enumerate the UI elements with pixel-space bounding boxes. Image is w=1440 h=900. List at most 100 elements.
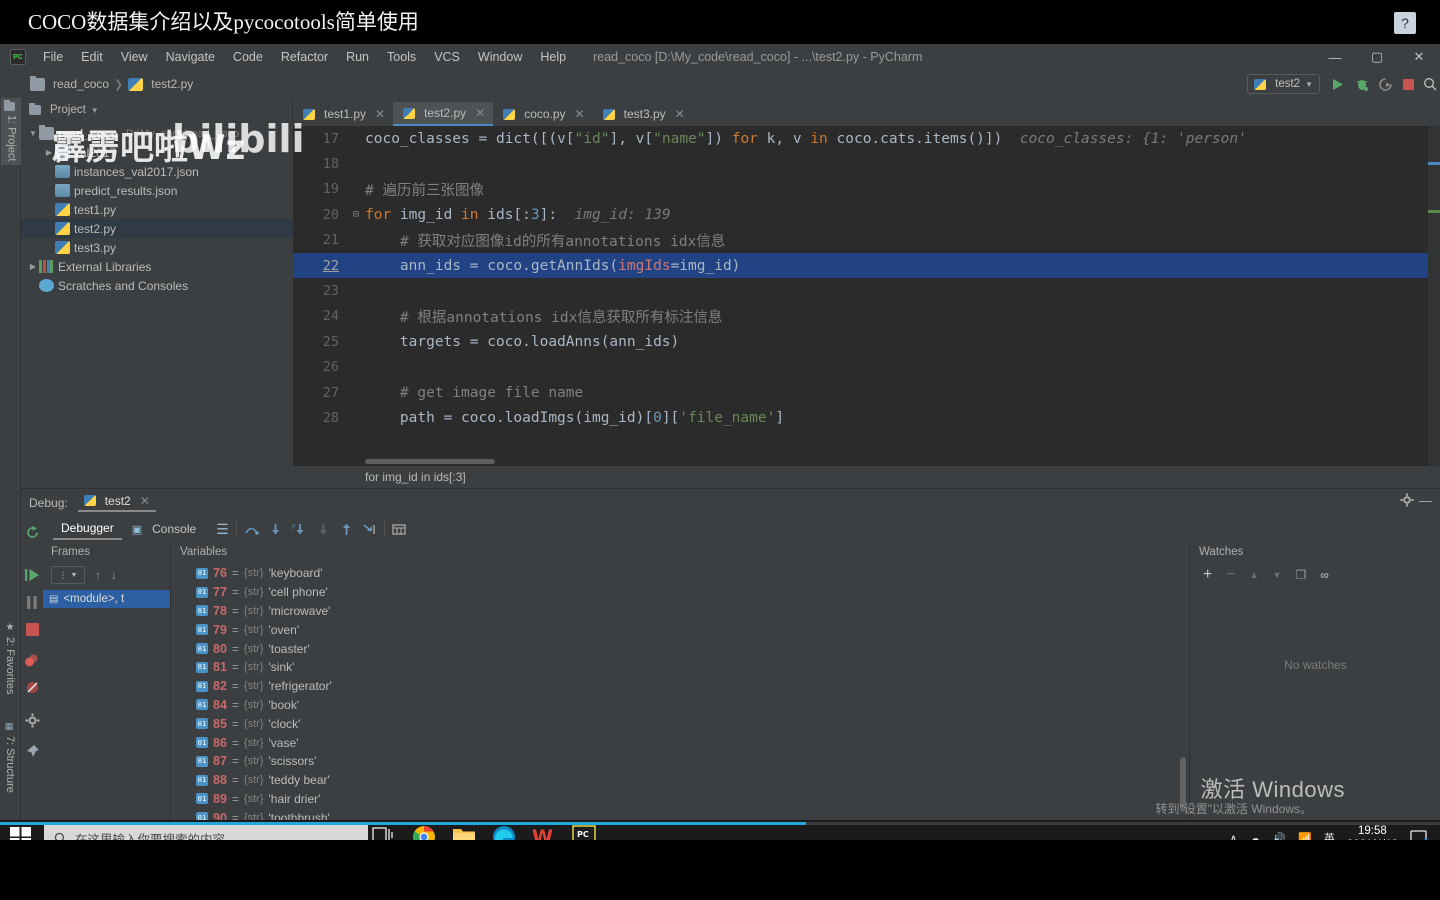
- variable-row[interactable]: 01 89 = {str} 'hair drier': [172, 790, 1189, 809]
- menu-code[interactable]: Code: [224, 50, 272, 64]
- variable-row[interactable]: 01 87 = {str} 'scissors': [172, 752, 1189, 771]
- variable-row[interactable]: 01 80 = {str} 'toaster': [172, 639, 1189, 658]
- project-tree-item[interactable]: ▶ External Libraries: [21, 257, 293, 276]
- rerun-icon[interactable]: [24, 524, 40, 540]
- debug-settings-gear-icon[interactable]: [24, 712, 40, 728]
- editor-tab[interactable]: test3.py ✕: [593, 102, 693, 126]
- editor-tab[interactable]: test1.py ✕: [293, 102, 393, 126]
- close-icon[interactable]: ✕: [575, 107, 585, 121]
- menu-run[interactable]: Run: [337, 50, 378, 64]
- project-tree-item[interactable]: Scratches and Consoles: [21, 276, 293, 295]
- step-into-icon[interactable]: [269, 523, 282, 536]
- code-line[interactable]: 19 # 遍历前三张图像: [293, 177, 1440, 202]
- code-line[interactable]: 24 # 根据annotations idx信息获取所有标注信息: [293, 304, 1440, 329]
- close-icon[interactable]: ✕: [675, 107, 685, 121]
- tab-console[interactable]: Console: [144, 519, 204, 539]
- breadcrumb-read-coco[interactable]: read_coco: [30, 75, 109, 91]
- menu-file[interactable]: File: [34, 50, 72, 64]
- variable-row[interactable]: 01 78 = {str} 'microwave': [172, 602, 1189, 621]
- video-progress-track[interactable]: [0, 822, 1440, 825]
- code-line[interactable]: 21 # 获取对应图像id的所有annotations idx信息: [293, 228, 1440, 253]
- pin-tab-icon[interactable]: [24, 743, 40, 759]
- tab-debugger[interactable]: Debugger: [53, 518, 122, 540]
- search-everywhere-icon[interactable]: [1420, 74, 1440, 94]
- collapse-arrow-icon[interactable]: ▶: [43, 148, 55, 157]
- variable-row[interactable]: 01 76 = {str} 'keyboard': [172, 564, 1189, 583]
- variable-row[interactable]: 01 79 = {str} 'oven': [172, 620, 1189, 639]
- run-configuration-selector[interactable]: test2 ▼: [1247, 74, 1320, 94]
- close-button[interactable]: ✕: [1398, 44, 1440, 70]
- stop-program-icon[interactable]: [24, 621, 40, 637]
- editor-tab[interactable]: test2.py ✕: [393, 102, 494, 126]
- code-line[interactable]: 20 ⊟ for img_id in ids[:3]: img_id: 139: [293, 202, 1440, 227]
- sidebar-tab-project[interactable]: 1: Project: [1, 98, 22, 166]
- close-icon[interactable]: ✕: [140, 494, 150, 508]
- stop-button[interactable]: [1398, 74, 1418, 94]
- copy-watch-icon[interactable]: ❐: [1296, 568, 1307, 582]
- project-tree-item[interactable]: ▼ read_coco D:\My_code\read_coco: [21, 124, 293, 143]
- code-line[interactable]: 25 targets = coco.loadAnns(ann_ids): [293, 329, 1440, 354]
- menu-navigate[interactable]: Navigate: [157, 50, 224, 64]
- menu-vcs[interactable]: VCS: [425, 50, 469, 64]
- project-tree-item[interactable]: instances_val2017.json: [21, 162, 293, 181]
- project-tree-item[interactable]: test3.py: [21, 238, 293, 257]
- code-fold-icon[interactable]: ⊟: [353, 209, 359, 220]
- variable-row[interactable]: 01 88 = {str} 'teddy bear': [172, 771, 1189, 790]
- variable-row[interactable]: 01 85 = {str} 'clock': [172, 714, 1189, 733]
- maximize-button[interactable]: ▢: [1356, 44, 1398, 70]
- close-icon[interactable]: ✕: [475, 106, 485, 120]
- frame-up-icon[interactable]: ↑: [95, 568, 101, 582]
- debug-session-tab[interactable]: test2 ✕: [77, 494, 156, 512]
- minimize-button[interactable]: —: [1314, 44, 1356, 70]
- variable-row[interactable]: 01 90 = {str} 'toothbrush': [172, 808, 1189, 820]
- variable-row[interactable]: 01 84 = {str} 'book': [172, 696, 1189, 715]
- help-badge[interactable]: ?: [1394, 12, 1416, 34]
- menu-view[interactable]: View: [112, 50, 157, 64]
- run-coverage-button[interactable]: [1375, 74, 1395, 94]
- thread-selector[interactable]: ⋮ ▼: [51, 566, 85, 584]
- code-line[interactable]: 17 coco_classes = dict([(v["id"], v["name…: [293, 126, 1440, 151]
- debug-button[interactable]: [1352, 74, 1372, 94]
- code-line[interactable]: 27 # get image file name: [293, 380, 1440, 405]
- evaluate-expression-icon[interactable]: [392, 523, 406, 536]
- frame-list-item[interactable]: ▤ <module>, t: [43, 590, 170, 608]
- project-tree-item[interactable]: test1.py: [21, 200, 293, 219]
- inspect-watch-icon[interactable]: ∞: [1320, 568, 1329, 582]
- code-line[interactable]: 26: [293, 355, 1440, 380]
- run-button[interactable]: [1328, 74, 1348, 94]
- view-breakpoints-icon[interactable]: [24, 652, 40, 668]
- code-editor[interactable]: 17 coco_classes = dict([(v["id"], v["name…: [293, 126, 1440, 466]
- code-line[interactable]: 23: [293, 278, 1440, 303]
- variables-scrollbar[interactable]: [1180, 757, 1186, 812]
- close-icon[interactable]: ✕: [375, 107, 385, 121]
- menu-edit[interactable]: Edit: [72, 50, 112, 64]
- hide-debug-panel-icon[interactable]: —: [1419, 493, 1432, 508]
- layout-icon[interactable]: ☰: [216, 521, 229, 538]
- resume-program-icon[interactable]: [24, 567, 40, 583]
- variable-row[interactable]: 01 82 = {str} 'refrigerator': [172, 677, 1189, 696]
- expand-arrow-icon[interactable]: ▼: [27, 129, 39, 138]
- menu-refactor[interactable]: Refactor: [272, 50, 337, 64]
- variable-row[interactable]: 01 86 = {str} 'vase': [172, 733, 1189, 752]
- frame-down-icon[interactable]: ↓: [111, 568, 117, 582]
- code-line[interactable]: 22 ann_ids = coco.getAnnIds(imgIds=img_i…: [293, 252, 1440, 279]
- code-line[interactable]: 18: [293, 151, 1440, 176]
- variable-row[interactable]: 01 77 = {str} 'cell phone': [172, 583, 1189, 602]
- sidebar-tab-structure[interactable]: ▦ 7: Structure: [1, 718, 19, 797]
- sidebar-tab-favorites[interactable]: ★ 2: Favorites: [1, 618, 19, 698]
- add-watch-icon[interactable]: +: [1203, 566, 1212, 584]
- editor-tab[interactable]: coco.py ✕: [493, 102, 592, 126]
- step-out-icon[interactable]: [340, 523, 353, 536]
- breadcrumb-test2[interactable]: test2.py: [128, 77, 193, 91]
- force-step-into-icon[interactable]: F: [292, 523, 307, 536]
- pause-program-icon[interactable]: [24, 594, 40, 610]
- mute-breakpoints-icon[interactable]: [24, 679, 40, 695]
- menu-tools[interactable]: Tools: [378, 50, 425, 64]
- code-line[interactable]: 28 path = coco.loadImgs(img_id)[0]['file…: [293, 405, 1440, 430]
- project-tree-item[interactable]: ▶ val2017: [21, 143, 293, 162]
- step-over-icon[interactable]: [244, 523, 259, 536]
- run-to-cursor-icon[interactable]: [363, 523, 377, 536]
- project-tree-item[interactable]: test2.py: [21, 219, 293, 238]
- debug-panel-settings-icon[interactable]: [1400, 493, 1414, 507]
- editor-scroll-margin[interactable]: [1428, 126, 1440, 466]
